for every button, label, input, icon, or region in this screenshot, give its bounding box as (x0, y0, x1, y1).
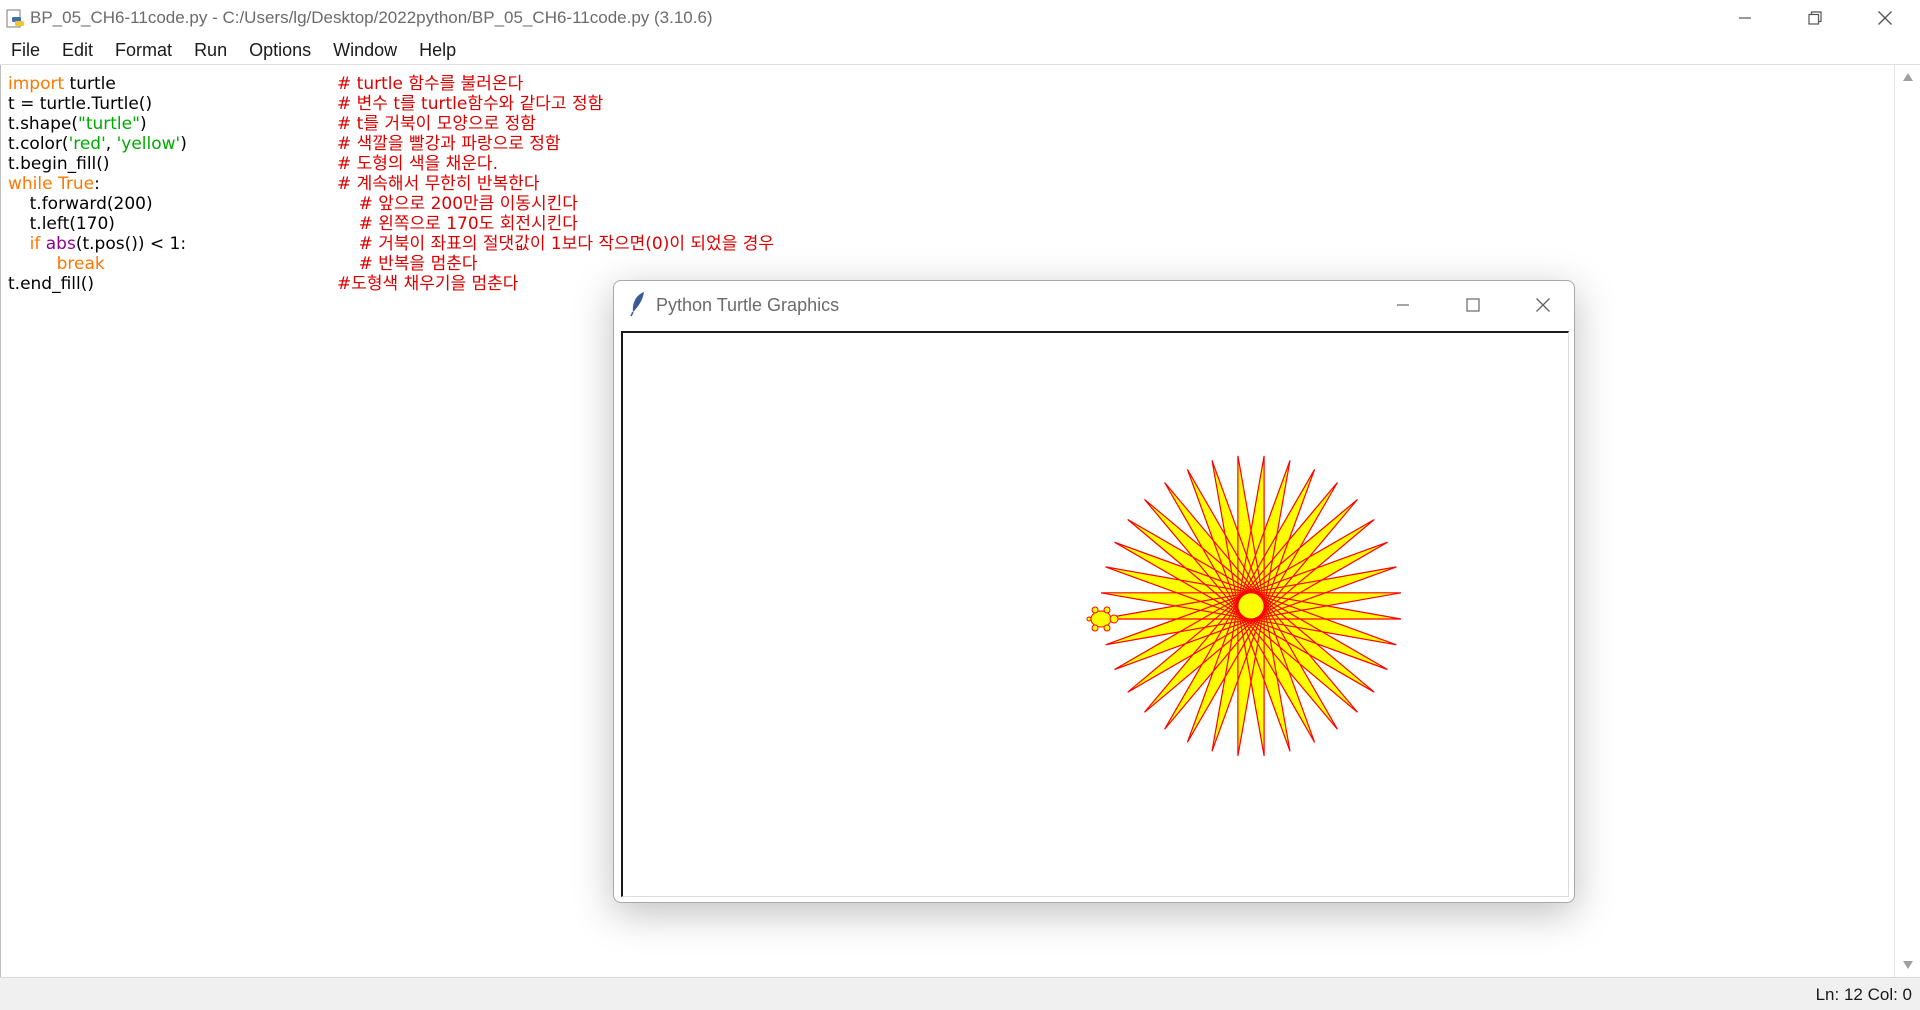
code-comment: # 도형의 색을 채운다. (337, 154, 498, 174)
code-token: t.end_fill() (8, 274, 95, 294)
python-file-icon (6, 9, 24, 28)
code-token: if (29, 234, 41, 254)
minimize-icon (1739, 17, 1751, 19)
code-comment: #도형색 채우기을 멈춘다 (337, 274, 519, 294)
code-comment: # 변수 t를 turtle함수와 같다고 정함 (337, 94, 604, 114)
window-title: BP_05_CH6-11code.py - C:/Users/lg/Deskto… (30, 8, 713, 27)
code-comment: # turtle 함수를 불러온다 (337, 74, 524, 94)
menu-edit[interactable]: Edit (62, 40, 93, 61)
status-bar: Ln: 12 Col: 0 (0, 977, 1920, 1010)
turtle-drawing (1086, 455, 1402, 757)
turtle-minimize-button[interactable] (1373, 287, 1433, 323)
maximize-icon (1466, 298, 1480, 312)
code-token: True (58, 174, 95, 194)
code-token: ) (180, 134, 187, 154)
code-token: t.left(170) (29, 214, 115, 234)
code-line: import turtle (8, 74, 116, 94)
vertical-scrollbar[interactable] (1894, 65, 1920, 977)
code-line: t.begin_fill() (8, 154, 110, 174)
code-token: turtle (64, 74, 116, 94)
code-line: if abs(t.pos()) < 1: (8, 234, 186, 254)
code-comment: # 거북이 좌표의 절댓값이 1보다 작으면(0)이 되었을 경우 (337, 234, 775, 254)
turtle-window-title-bar: Python Turtle Graphics (614, 281, 1574, 329)
code-comment: # t를 거북이 모양으로 정함 (337, 114, 536, 134)
code-line: t.end_fill() (8, 274, 94, 294)
menu-file[interactable]: File (11, 40, 40, 61)
title-bar: BP_05_CH6-11code.py - C:/Users/lg/Deskto… (0, 0, 1920, 36)
code-token: 'yellow' (116, 134, 181, 154)
code-comment: # 색깔을 빨강과 파랑으로 정함 (337, 134, 561, 154)
code-token: import (8, 74, 65, 94)
restore-icon (1808, 11, 1822, 25)
turtle-window-title: Python Turtle Graphics (656, 295, 840, 315)
turtle-maximize-button[interactable] (1443, 287, 1503, 323)
code-token: t.shape( (8, 114, 79, 134)
turtle-graphics-window: Python Turtle Graphics (613, 280, 1575, 903)
scroll-down-arrow-icon[interactable] (1903, 961, 1913, 969)
code-token: 'red' (68, 134, 106, 154)
menu-window[interactable]: Window (333, 40, 397, 61)
close-button[interactable] (1850, 0, 1920, 36)
close-icon (1536, 298, 1550, 312)
code-line: t.shape("turtle") (8, 114, 147, 134)
code-token: t.color( (8, 134, 69, 154)
close-icon (1878, 11, 1892, 25)
code-token: break (56, 254, 105, 274)
code-token: (t.pos()) < 1: (75, 234, 187, 254)
code-line: break (8, 254, 105, 274)
code-line: t.left(170) (8, 214, 115, 234)
turtle-cursor-icon (1086, 606, 1119, 632)
menu-bar: File Edit Format Run Options Window Help (0, 36, 1920, 65)
code-token: abs (45, 234, 76, 254)
code-comment: # 왼쪽으로 170도 회전시킨다 (337, 214, 578, 234)
code-line: while True: (8, 174, 100, 194)
minimize-button[interactable] (1710, 0, 1780, 36)
turtle-canvas[interactable] (621, 331, 1569, 897)
code-token: t = turtle.Turtle() (8, 94, 153, 114)
code-token: t.forward(200) (29, 194, 153, 214)
code-line: t = turtle.Turtle() (8, 94, 152, 114)
code-line: t.color('red', 'yellow') (8, 134, 187, 154)
star-shape (1100, 455, 1402, 757)
menu-help[interactable]: Help (419, 40, 456, 61)
code-comment: # 계속해서 무한히 반복한다 (337, 174, 540, 194)
menu-format[interactable]: Format (115, 40, 172, 61)
restore-button[interactable] (1780, 0, 1850, 36)
code-comment: # 반복을 멈춘다 (337, 254, 478, 274)
scroll-up-arrow-icon[interactable] (1903, 73, 1913, 81)
code-comment: # 앞으로 200만큼 이동시킨다 (337, 194, 578, 214)
code-token: while (8, 174, 53, 194)
turtle-close-button[interactable] (1513, 287, 1573, 323)
minimize-icon (1397, 304, 1409, 306)
menu-run[interactable]: Run (194, 40, 227, 61)
code-token: t.begin_fill() (8, 154, 110, 174)
code-token: "turtle" (78, 114, 140, 134)
menu-options[interactable]: Options (249, 40, 311, 61)
code-token: ) (139, 114, 147, 134)
code-token: : (94, 174, 100, 194)
code-line: t.forward(200) (8, 194, 153, 214)
cursor-position: Ln: 12 Col: 0 (1815, 985, 1912, 1004)
feather-icon (630, 292, 644, 317)
code-token: , (105, 134, 117, 154)
